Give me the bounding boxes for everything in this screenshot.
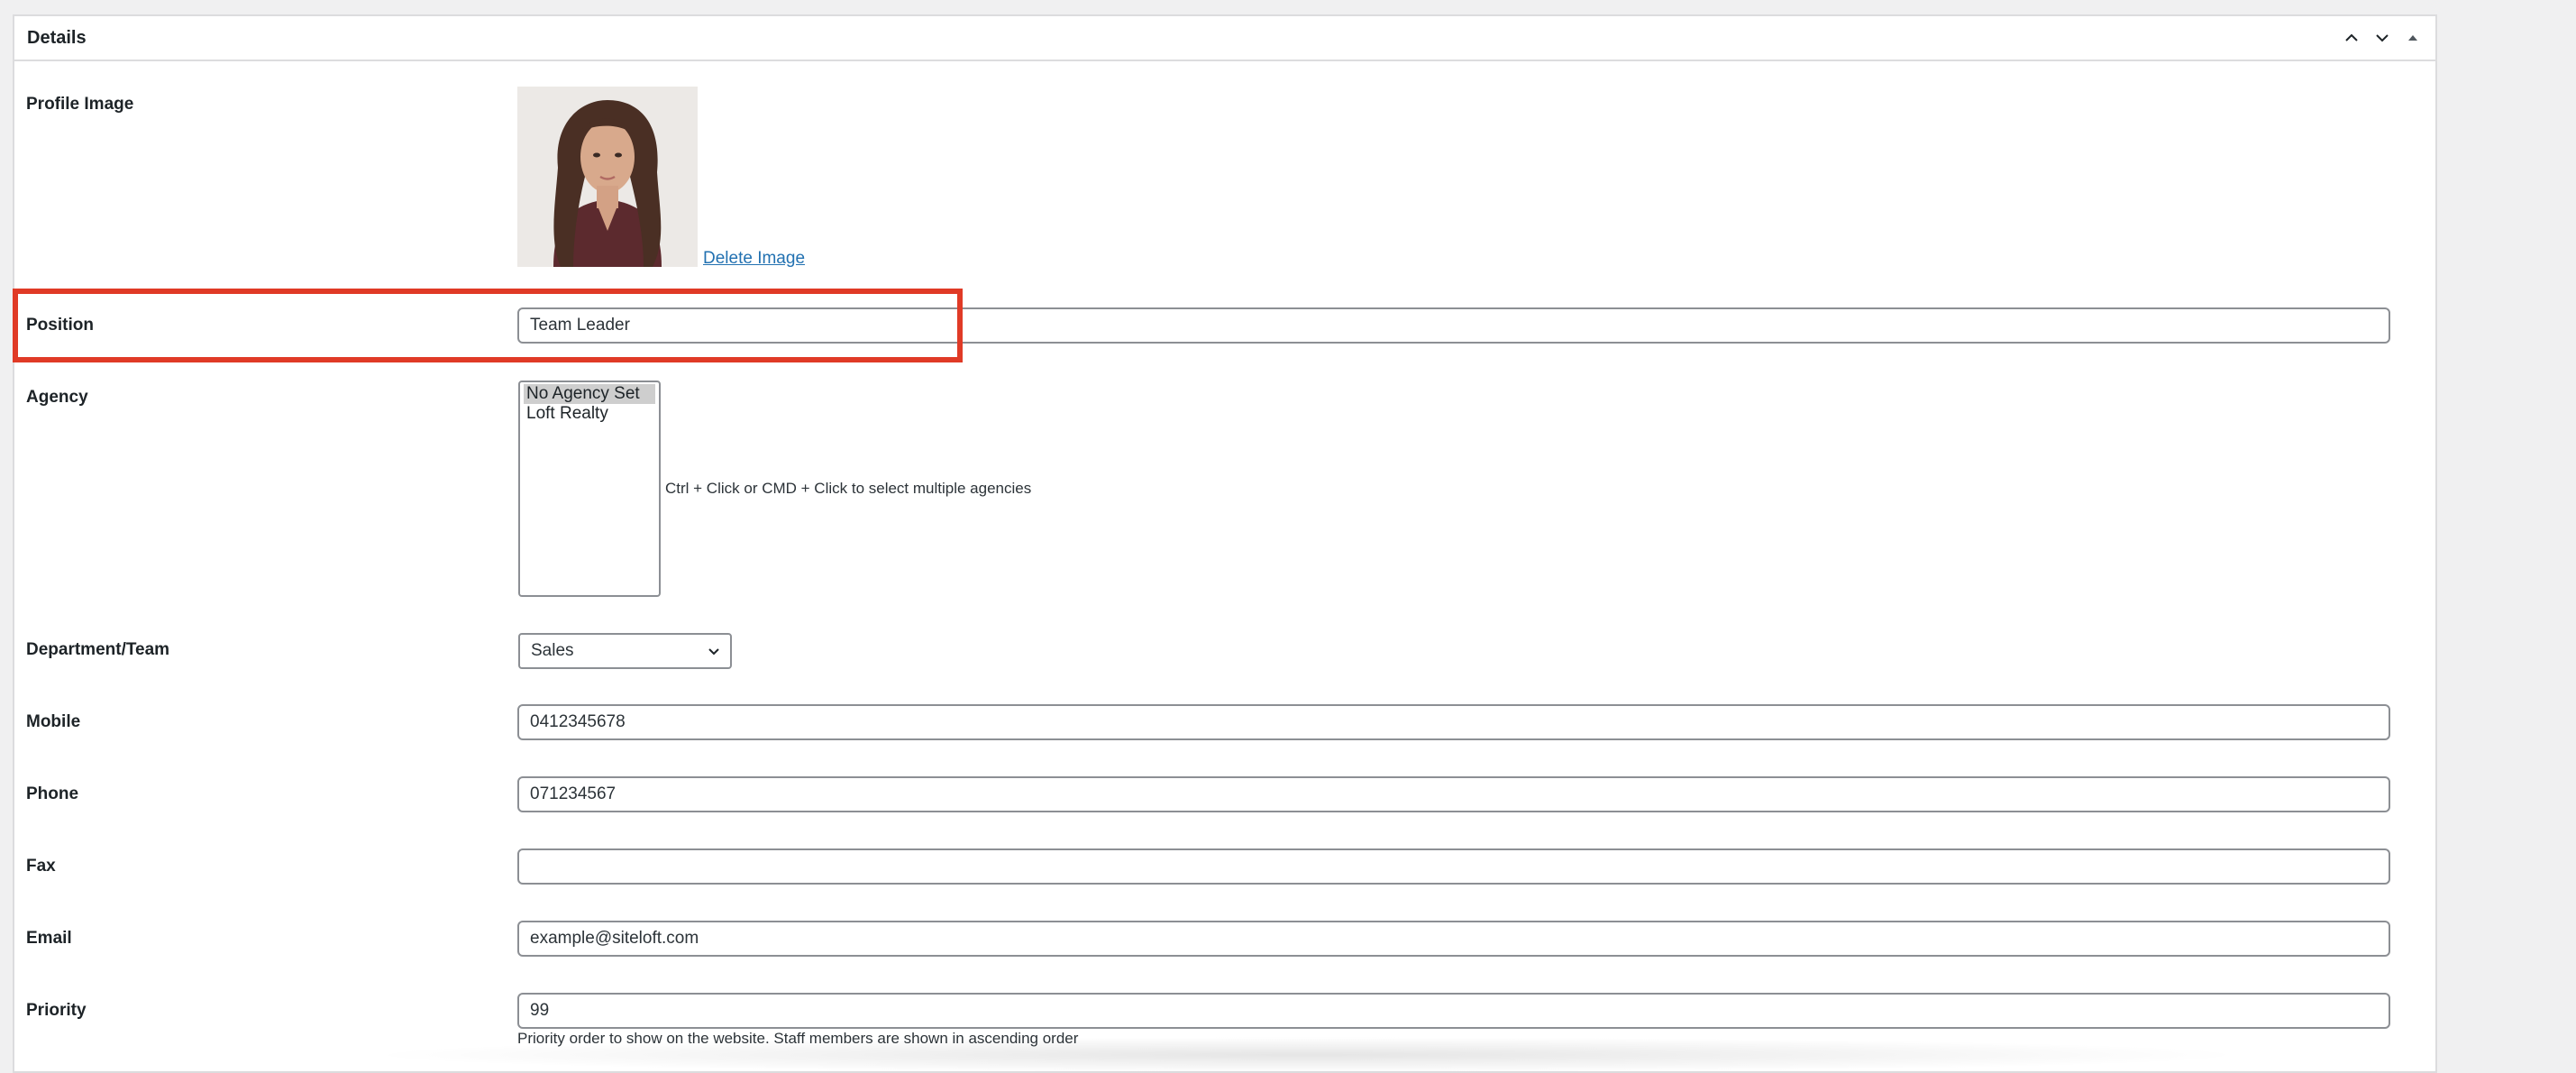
chevron-down-icon — [708, 648, 719, 656]
email-input[interactable]: example@siteloft.com — [517, 921, 2390, 957]
panel-controls — [2336, 20, 2428, 56]
highlight-annotation-box — [13, 289, 963, 362]
fax-input[interactable] — [517, 848, 2390, 885]
priority-label: Priority — [26, 1001, 87, 1020]
agency-option-none[interactable]: No Agency Set — [524, 384, 655, 404]
agency-label: Agency — [26, 388, 88, 407]
agency-multiselect[interactable]: No Agency Set Loft Realty — [518, 381, 661, 597]
phone-input[interactable]: 071234567 — [517, 776, 2390, 812]
profile-photo — [517, 87, 698, 267]
chevron-down-icon[interactable] — [2367, 20, 2398, 56]
profile-image-label: Profile Image — [26, 95, 134, 114]
panel-header: Details — [14, 16, 2435, 61]
triangle-up-icon[interactable] — [2398, 20, 2428, 56]
department-selected-value: Sales — [531, 641, 574, 660]
fax-label: Fax — [26, 857, 56, 876]
email-label: Email — [26, 929, 72, 948]
department-label: Department/Team — [26, 640, 170, 659]
details-panel: Details — [13, 14, 2437, 1073]
mobile-input[interactable]: 0412345678 — [517, 704, 2390, 740]
phone-label: Phone — [26, 784, 79, 803]
agency-option-loft-realty[interactable]: Loft Realty — [524, 404, 655, 424]
agency-help-text: Ctrl + Click or CMD + Click to select mu… — [665, 480, 1032, 497]
delete-image-link[interactable]: Delete Image — [703, 249, 805, 269]
mobile-label: Mobile — [26, 712, 81, 731]
priority-input[interactable]: 99 — [517, 993, 2390, 1029]
bottom-shadow — [361, 1037, 2253, 1073]
panel-title: Details — [27, 28, 87, 48]
department-select[interactable]: Sales — [518, 633, 732, 669]
chevron-up-icon[interactable] — [2336, 20, 2367, 56]
